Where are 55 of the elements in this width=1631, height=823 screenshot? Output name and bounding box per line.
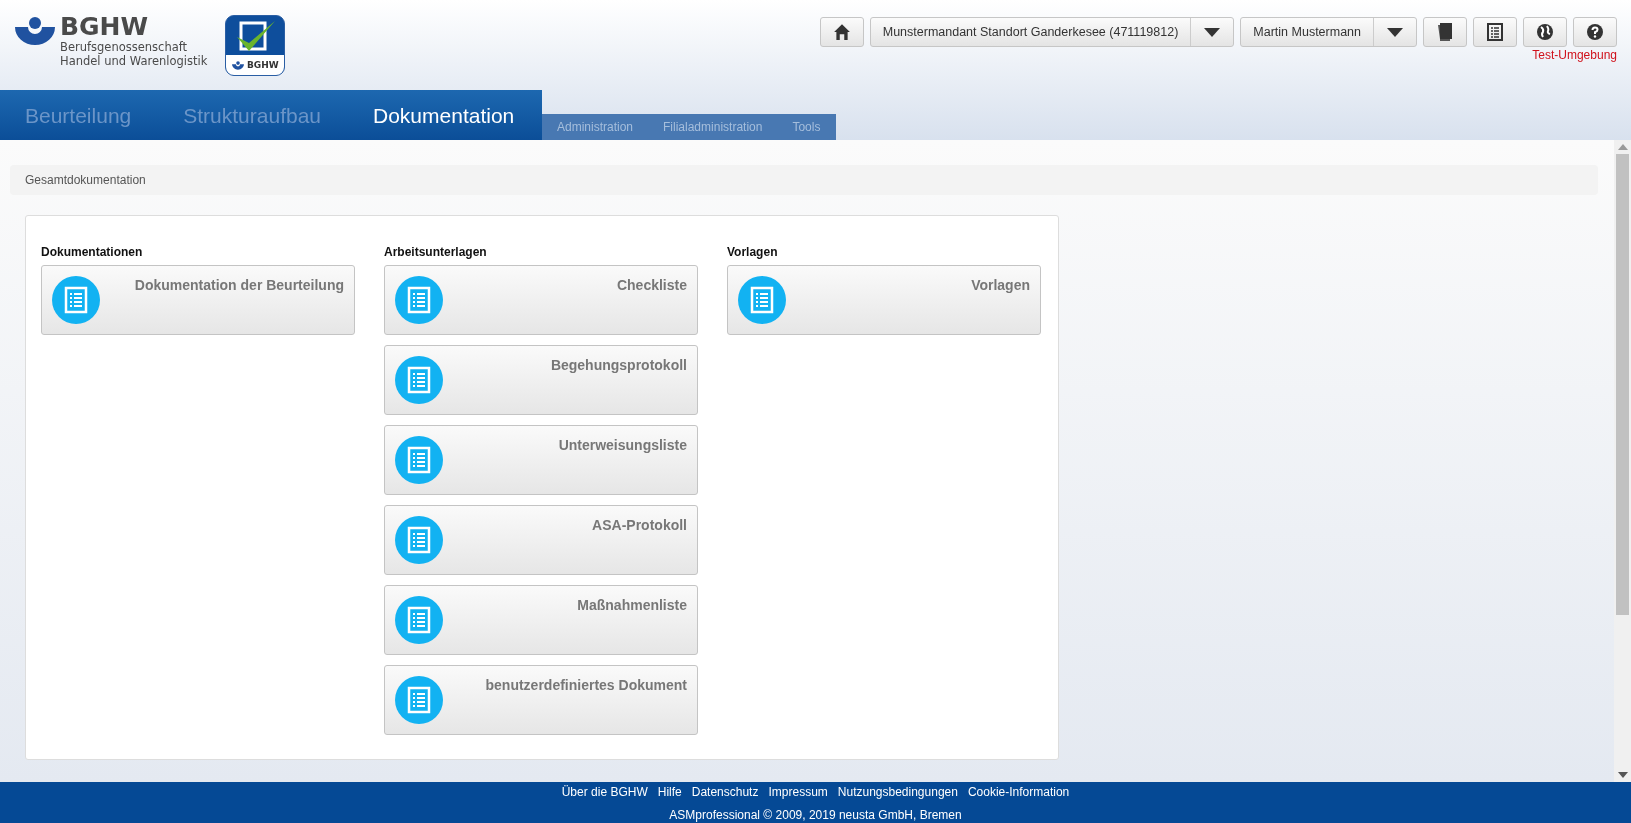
tenant-dropdown[interactable]: Munstermandant Standort Ganderkesee (471119812) bbox=[869, 17, 1235, 47]
document-tile[interactable]: Checkliste bbox=[384, 265, 698, 335]
logo-subtitle: Handel und Warenlogistik bbox=[60, 54, 208, 68]
document-list-icon bbox=[738, 276, 786, 324]
footer-link[interactable]: Datenschutz bbox=[691, 785, 759, 799]
help-button[interactable] bbox=[1573, 17, 1617, 47]
logo-subtitle: Berufsgenossenschaft bbox=[60, 40, 189, 54]
caret-icon bbox=[1387, 27, 1403, 37]
document-tile[interactable]: Vorlagen bbox=[727, 265, 1041, 335]
list-button[interactable] bbox=[1473, 17, 1517, 47]
environment-label: Test-Umgebung bbox=[1532, 48, 1617, 62]
caret-icon bbox=[1204, 27, 1221, 37]
logo-icon bbox=[15, 16, 55, 46]
book-icon bbox=[1438, 23, 1452, 41]
document-list-icon bbox=[395, 356, 443, 404]
document-list-icon bbox=[395, 516, 443, 564]
document-list-icon bbox=[395, 676, 443, 724]
section-heading: Vorlagen bbox=[727, 245, 779, 259]
user-dropdown[interactable]: Martin Mustermann bbox=[1240, 17, 1417, 47]
book-button[interactable] bbox=[1423, 17, 1467, 47]
document-tile[interactable]: Maßnahmenliste bbox=[384, 585, 698, 655]
main-tab[interactable]: Beurteilung bbox=[25, 102, 132, 128]
section-heading: Dokumentationen bbox=[41, 245, 144, 259]
footer-link[interactable]: Impressum bbox=[768, 785, 828, 799]
document-list-icon bbox=[395, 276, 443, 324]
document-list-icon bbox=[395, 596, 443, 644]
footer-link[interactable]: Über die BGHW bbox=[561, 785, 648, 799]
help-icon bbox=[1586, 23, 1604, 41]
scrollbar-thumb[interactable] bbox=[1616, 154, 1629, 615]
home-button[interactable] bbox=[819, 17, 864, 47]
main-tab[interactable]: Dokumentation bbox=[373, 102, 515, 128]
footer-link[interactable]: Nutzungsbedingungen bbox=[837, 785, 958, 799]
scrollbar[interactable] bbox=[1614, 140, 1631, 782]
document-tile[interactable]: Unterweisungsliste bbox=[384, 425, 698, 495]
document-list-icon bbox=[52, 276, 100, 324]
section-heading: Arbeitsunterlagen bbox=[384, 245, 488, 259]
sub-tab[interactable]: Filialadministration bbox=[663, 120, 763, 134]
document-tile[interactable]: ASA-Protokoll bbox=[384, 505, 698, 575]
document-list-icon bbox=[395, 436, 443, 484]
footer-link[interactable]: Hilfe bbox=[657, 785, 682, 799]
document-tile[interactable]: Begehungsprotokoll bbox=[384, 345, 698, 415]
footer-link[interactable]: Cookie-Information bbox=[967, 785, 1070, 799]
home-icon bbox=[832, 23, 851, 41]
logo-name: BGHW bbox=[60, 14, 150, 40]
copyright-text: ASMprofessional © 2009, 2019 neusta GmbH, Bremen bbox=[669, 808, 962, 822]
sub-tab[interactable]: Tools bbox=[792, 120, 821, 134]
app-icon: BGHW bbox=[225, 15, 286, 76]
list-icon bbox=[1487, 23, 1503, 41]
globe-button[interactable] bbox=[1523, 17, 1567, 47]
breadcrumb-item[interactable]: Gesamtdokumentation bbox=[25, 173, 146, 187]
document-tile[interactable]: benutzerdefiniertes Dokument bbox=[384, 665, 698, 735]
sub-tab[interactable]: Administration bbox=[557, 120, 634, 134]
main-tab[interactable]: Strukturaufbau bbox=[183, 102, 321, 128]
document-tile[interactable]: Dokumentation der Beurteilung bbox=[41, 265, 355, 335]
scroll-down-icon[interactable] bbox=[1617, 772, 1628, 778]
